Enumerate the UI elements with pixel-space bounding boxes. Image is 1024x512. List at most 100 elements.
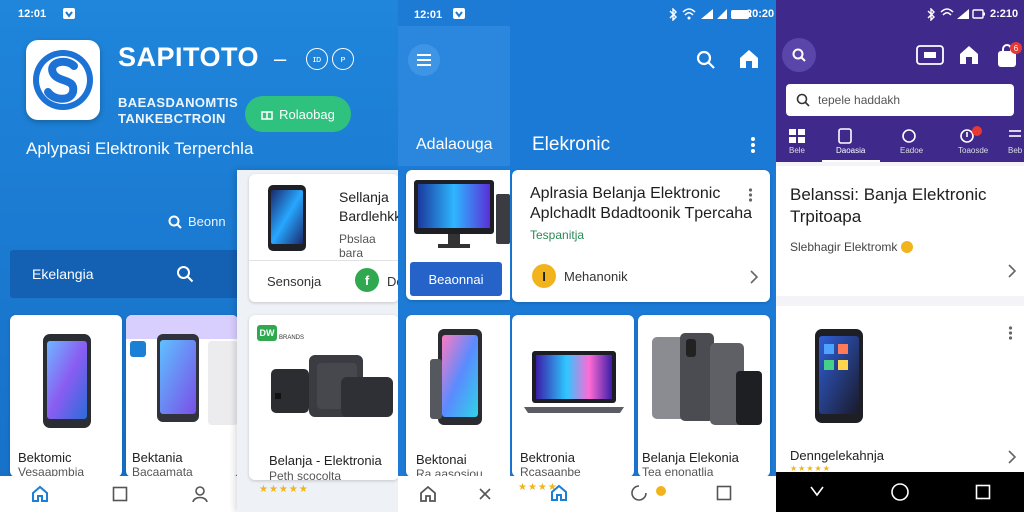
category-search-bar[interactable]: Ekelangia xyxy=(10,250,240,298)
menu-icon[interactable] xyxy=(408,44,440,76)
chevron-right-icon[interactable] xyxy=(1008,450,1016,464)
product-info-subtitle: Pbslaa bara xyxy=(339,232,376,260)
title-line2: Bardlehkk xyxy=(339,208,401,224)
signal-icon xyxy=(956,8,970,20)
row-label: Sensonja xyxy=(267,274,322,289)
notification-icon xyxy=(62,7,76,20)
app-tagline: Aplypasi Elektronik Terperchla xyxy=(26,139,254,158)
product-title: Bektomic xyxy=(18,450,72,465)
brand-name: SAPITOTO xyxy=(118,42,260,72)
divider xyxy=(249,260,399,261)
info-subtitle-text: Slebhagir Elektromk xyxy=(790,240,898,254)
product-subtitle: Peth scocolta xyxy=(269,469,342,483)
product-card[interactable]: Bektonai Ra aasosiou xyxy=(406,315,510,481)
status-dot xyxy=(656,486,666,496)
card-icon[interactable] xyxy=(916,44,944,66)
green-action-label: Rolaobag xyxy=(279,106,335,122)
app-info-subtitle: Tespanitja xyxy=(530,228,585,242)
home-icon[interactable] xyxy=(31,485,49,503)
active-tab-indicator xyxy=(822,160,880,162)
profile-button[interactable]: ᴘ xyxy=(332,48,354,70)
circle-icon xyxy=(902,129,916,143)
product-title: Belanja Elekonia xyxy=(642,450,739,465)
home-icon[interactable] xyxy=(958,44,980,66)
product-card[interactable]: Bektronia Rcasaanbe xyxy=(512,315,634,479)
category-label: Ekelangia xyxy=(32,266,94,282)
more-options-icon[interactable] xyxy=(1008,326,1013,340)
product-card[interactable]: Denngelekahnja ★★★★★ xyxy=(776,306,1024,473)
info-card[interactable]: Belanssi: Banja Elektronic Trpitoapa Sle… xyxy=(776,166,1024,296)
cart-badge: 6 xyxy=(1010,42,1022,54)
product-card[interactable]: Bektania Bacaamata xyxy=(126,315,238,479)
status-time: 2:210 xyxy=(990,8,1019,20)
square-icon[interactable] xyxy=(112,486,128,502)
rating-stars: ★★★★★ xyxy=(259,484,309,495)
app-panel-electronics: 20:20 Elekronic Aplrasia Belanja Elektro… xyxy=(510,0,776,512)
blue-action-button[interactable]: Beaonnai xyxy=(410,262,502,296)
smartphone-image xyxy=(267,184,307,252)
product-title: Belanja - Elektronia xyxy=(269,453,382,468)
title-line1: Belanssi: Banja Elektronic xyxy=(790,185,987,204)
system-nav-bar xyxy=(776,472,1024,512)
wifi-icon xyxy=(940,8,954,20)
app-info-card[interactable]: Aplrasia Belanja Elektronic Aplchadlt Bd… xyxy=(512,170,770,302)
person-icon[interactable] xyxy=(191,485,209,503)
product-card[interactable]: DW BRANDS Belanja - Elektronia Peth scoc… xyxy=(249,315,399,483)
tab-1[interactable]: Bele xyxy=(788,128,806,155)
back-icon[interactable] xyxy=(809,485,825,499)
row-label: Mehanonik xyxy=(564,269,628,284)
bottom-nav: ★★★★ xyxy=(510,476,776,512)
smartphone-image xyxy=(814,328,864,424)
info-subtitle: Slebhagir Elektromk xyxy=(790,240,914,254)
tab-2[interactable]: Daoasia xyxy=(836,128,865,155)
search-link[interactable]: Beonn xyxy=(168,214,226,229)
id-button[interactable]: ɪᴅ xyxy=(306,48,328,70)
recents-icon[interactable] xyxy=(975,484,991,500)
search-input[interactable]: tepele haddakh xyxy=(786,84,1014,116)
app-subtitle-line2: TANKEBCTROIN xyxy=(118,111,226,126)
search-placeholder: tepele haddakh xyxy=(818,93,901,107)
smartphone-image xyxy=(42,333,92,429)
product-info-card[interactable]: Sellanja Bardlehkk Pbslaa bara Sensonja … xyxy=(249,174,401,302)
more-options-icon[interactable] xyxy=(748,188,753,202)
circle-icon[interactable] xyxy=(630,484,648,502)
device-icon xyxy=(838,128,852,144)
home-icon[interactable] xyxy=(419,485,437,503)
search-link-label: Beonn xyxy=(188,214,226,229)
search-icon[interactable] xyxy=(176,265,194,283)
home-icon[interactable] xyxy=(550,484,568,502)
tab-notification-dot xyxy=(972,126,982,136)
more-options-icon[interactable] xyxy=(750,136,756,154)
search-icon xyxy=(168,215,182,229)
product-card[interactable]: Belanja Elekonia Tea enonatlia xyxy=(638,315,770,479)
monitor-image xyxy=(414,180,510,254)
chevron-right-icon[interactable] xyxy=(750,270,758,284)
product-title: Bektronia xyxy=(520,450,575,465)
search-icon[interactable] xyxy=(696,50,716,70)
grid-icon xyxy=(789,129,805,143)
square-icon[interactable] xyxy=(716,485,732,501)
phone-back-image xyxy=(208,341,238,425)
phones-image xyxy=(652,331,762,425)
product-card[interactable]: Bektomic Vesaapmbia xyxy=(10,315,122,479)
app-subtitle: BAEASDANOMTIS TANKEBCTROIN xyxy=(118,95,238,127)
flag-icon[interactable]: f xyxy=(355,268,379,292)
tablet-image xyxy=(430,329,486,429)
monitor-card[interactable]: Beaonnai xyxy=(406,170,510,300)
tab-5[interactable]: Beb xyxy=(1008,128,1022,155)
green-action-button[interactable]: Rolaobag xyxy=(245,96,351,132)
product-title: Bektania xyxy=(132,450,183,465)
brand-badge-icon xyxy=(130,341,146,357)
battery-icon xyxy=(972,8,986,20)
home-icon[interactable] xyxy=(738,48,760,70)
title-line2: Aplchadlt Bdadtoonik Tpercaha xyxy=(530,205,753,222)
tab-3[interactable]: Eadoe xyxy=(900,128,923,155)
search-icon[interactable] xyxy=(782,38,816,72)
home-circle-icon[interactable] xyxy=(890,482,910,502)
close-icon[interactable] xyxy=(478,487,492,501)
brand-badge: DW xyxy=(257,325,277,341)
tab-label: Beb xyxy=(1008,146,1023,155)
signal-icon xyxy=(700,8,714,20)
product-title: Bektonai xyxy=(416,452,467,467)
chevron-right-icon[interactable] xyxy=(1008,264,1016,278)
